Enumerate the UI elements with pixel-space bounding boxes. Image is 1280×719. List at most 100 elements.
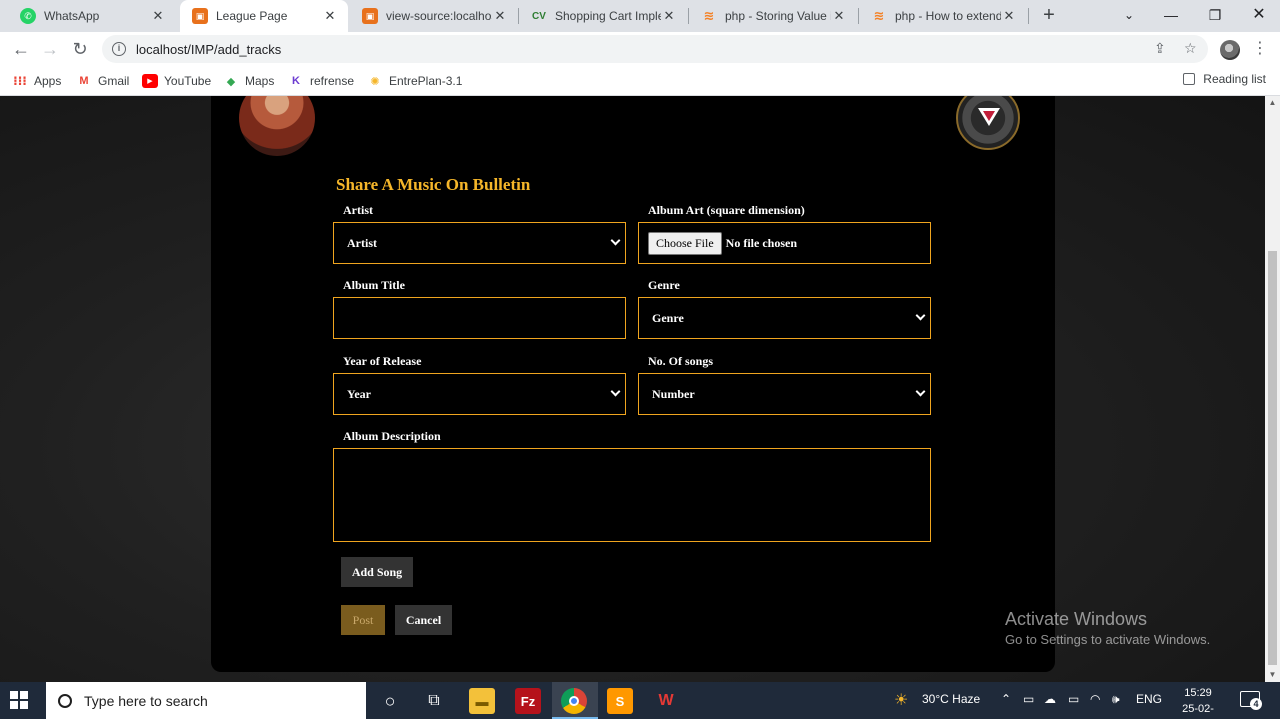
- tab-how-to-extend[interactable]: ≋ php - How to extend s ✕: [859, 0, 1027, 32]
- cv-favicon: CV: [532, 10, 546, 22]
- bookmarks-bar: ⁝⁝⁝ Apps M Gmail ▶ YouTube ◆ Maps K refr…: [0, 66, 1280, 96]
- bookmark-maps[interactable]: ◆ Maps: [223, 72, 275, 90]
- bookmark-label: Apps: [34, 74, 62, 88]
- tab-storing-value[interactable]: ≋ php - Storing Value in ✕: [689, 0, 857, 32]
- watermark-subtitle: Go to Settings to activate Windows.: [1005, 632, 1211, 647]
- file-explorer-icon[interactable]: ▬: [469, 688, 495, 714]
- tab-shopping-cart[interactable]: CV Shopping Cart Implem ✕: [519, 0, 687, 32]
- stackoverflow-icon: ≋: [703, 8, 715, 23]
- taskbar-search-placeholder: Type here to search: [84, 692, 208, 709]
- search-icon: [58, 693, 72, 708]
- cortana-icon[interactable]: ○: [377, 688, 403, 714]
- clock-date: 25-02-2022: [1182, 703, 1214, 715]
- bookmark-entreplan[interactable]: ✺ EntrePlan-3.1: [367, 72, 462, 90]
- taskbar-clock[interactable]: 15:29 25-02-2022: [1170, 685, 1226, 719]
- tab-whatsapp[interactable]: ✆ WhatsApp ✕: [8, 0, 176, 32]
- reading-list-button[interactable]: Reading list: [1183, 72, 1266, 86]
- youtube-icon: ▶: [142, 74, 158, 88]
- maps-icon: ◆: [226, 75, 236, 88]
- tab-close-icon[interactable]: ✕: [1001, 8, 1017, 24]
- songs-select-value: Number: [652, 386, 695, 401]
- bookmark-refrense[interactable]: K refrense: [288, 72, 354, 90]
- wps-office-icon[interactable]: W: [653, 688, 679, 714]
- album-art-file-input[interactable]: Choose File No file chosen: [638, 222, 931, 264]
- forward-arrow-icon[interactable]: →: [37, 36, 63, 62]
- genre-select[interactable]: Genre: [638, 297, 931, 339]
- browser-menu-icon[interactable]: ⋮: [1252, 38, 1268, 58]
- browser-tab-strip: ✆ WhatsApp ✕ ▣ League Page ✕ ▣ view-sour…: [0, 0, 1280, 32]
- refrense-icon: K: [292, 75, 300, 87]
- bookmark-star-icon[interactable]: ☆: [1184, 40, 1197, 57]
- volume-icon[interactable]: 🕪: [1112, 692, 1120, 707]
- minimize-button[interactable]: —: [1148, 0, 1194, 32]
- tab-close-icon[interactable]: ✕: [322, 8, 338, 24]
- back-arrow-icon[interactable]: ←: [8, 36, 34, 62]
- maximize-button[interactable]: ❐: [1192, 0, 1238, 32]
- gmail-icon: M: [79, 75, 89, 87]
- tab-search-icon[interactable]: ⌄: [1106, 0, 1152, 32]
- scroll-up-arrow-icon[interactable]: ▲: [1268, 98, 1277, 107]
- choose-file-button[interactable]: Choose File: [648, 231, 722, 255]
- post-button[interactable]: Post: [341, 605, 385, 635]
- tab-close-icon[interactable]: ✕: [831, 8, 847, 24]
- language-indicator[interactable]: ENG: [1136, 692, 1162, 706]
- close-window-button[interactable]: ✕: [1236, 0, 1280, 32]
- page-scrollbar[interactable]: ▲ ▼: [1265, 96, 1280, 682]
- tab-title: php - Storing Value in: [725, 9, 831, 23]
- battery-icon[interactable]: ▭: [1068, 692, 1079, 706]
- year-select[interactable]: Year: [333, 373, 626, 415]
- bookmark-gmail[interactable]: M Gmail: [76, 72, 129, 90]
- bookmark-apps[interactable]: ⁝⁝⁝ Apps: [12, 72, 61, 90]
- share-icon[interactable]: ⇪: [1154, 40, 1166, 57]
- cancel-button[interactable]: Cancel: [395, 605, 452, 635]
- scroll-down-arrow-icon[interactable]: ▼: [1268, 670, 1277, 679]
- tab-close-icon[interactable]: ✕: [661, 8, 677, 24]
- windows-start-icon[interactable]: [10, 691, 28, 709]
- filezilla-icon[interactable]: Fz: [515, 688, 541, 714]
- album-title-input[interactable]: [333, 297, 626, 339]
- sublime-text-icon[interactable]: S: [607, 688, 633, 714]
- weather-text[interactable]: 30°C Haze: [922, 692, 980, 706]
- bookmark-label: EntrePlan-3.1: [389, 74, 463, 88]
- artist-label: Artist: [343, 203, 373, 217]
- artist-select[interactable]: Artist: [333, 222, 626, 264]
- apps-grid-icon: ⁝⁝⁝: [13, 74, 27, 88]
- songs-select[interactable]: Number: [638, 373, 931, 415]
- address-bar[interactable]: i localhost/IMP/add_tracks: [102, 35, 1208, 63]
- tab-close-icon[interactable]: ✕: [150, 8, 166, 24]
- chrome-icon[interactable]: [561, 688, 587, 714]
- reading-list-icon: [1183, 73, 1196, 85]
- meet-now-icon[interactable]: ▭: [1023, 692, 1034, 706]
- file-status: No file chosen: [725, 235, 797, 250]
- tab-title: Shopping Cart Implem: [555, 9, 661, 23]
- bookmark-youtube[interactable]: ▶ YouTube: [142, 72, 211, 90]
- description-textarea[interactable]: [333, 448, 931, 542]
- page-favicon: ▣: [192, 8, 208, 24]
- tab-close-icon[interactable]: ✕: [492, 8, 508, 24]
- whatsapp-icon: ✆: [20, 8, 36, 24]
- album-art-label: Album Art (square dimension): [648, 203, 805, 217]
- album-title-label: Album Title: [343, 278, 405, 292]
- onedrive-cloud-icon[interactable]: ☁: [1044, 692, 1056, 706]
- scrollbar-thumb[interactable]: [1268, 251, 1277, 665]
- artist-select-value: Artist: [347, 235, 377, 250]
- reload-icon[interactable]: ↻: [67, 36, 93, 62]
- entreplan-icon: ✺: [370, 75, 380, 88]
- profile-avatar[interactable]: [1220, 40, 1240, 60]
- chevron-down-icon: [915, 310, 926, 321]
- site-info-icon[interactable]: i: [112, 42, 126, 56]
- wifi-icon[interactable]: ◠: [1090, 692, 1100, 706]
- tab-title: php - How to extend s: [895, 9, 1001, 23]
- address-url: localhost/IMP/add_tracks: [136, 41, 282, 57]
- tab-league-page[interactable]: ▣ League Page ✕: [180, 0, 348, 32]
- tab-title: view-source:localhost: [386, 9, 492, 23]
- new-tab-button[interactable]: +: [1038, 4, 1060, 26]
- show-hidden-icons-icon[interactable]: ⌃: [1001, 692, 1011, 706]
- reading-list-label: Reading list: [1203, 72, 1266, 86]
- tab-view-source[interactable]: ▣ view-source:localhost ✕: [350, 0, 518, 32]
- taskbar-search-box[interactable]: Type here to search: [46, 682, 366, 719]
- task-view-icon[interactable]: ⧉: [421, 688, 447, 714]
- chevron-down-icon: [610, 235, 621, 246]
- weather-icon[interactable]: ☀: [894, 690, 908, 710]
- add-song-button[interactable]: Add Song: [341, 557, 413, 587]
